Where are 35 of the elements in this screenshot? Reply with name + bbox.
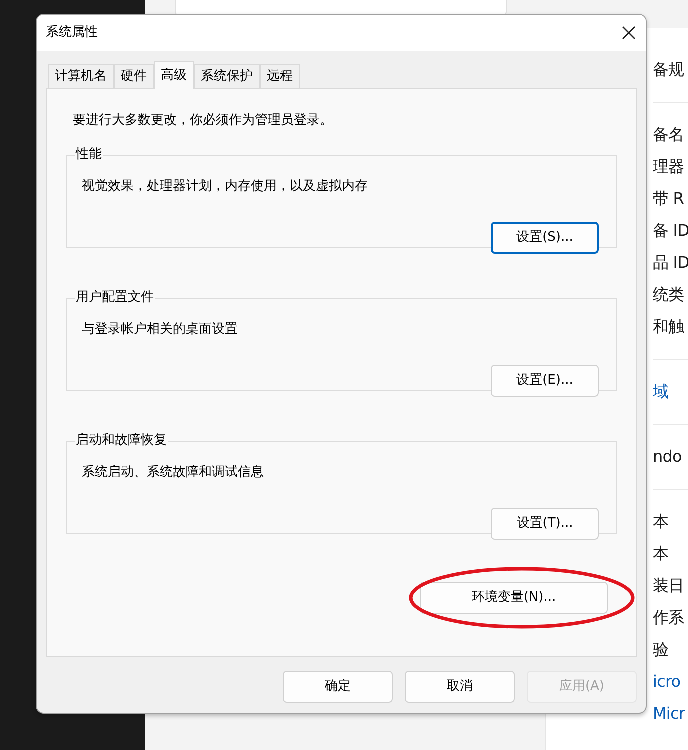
group-title: 用户配置文件 <box>75 290 155 306</box>
tab[interactable]: 高级 <box>154 61 194 89</box>
side-link[interactable]: icro <box>653 666 688 698</box>
settings-button[interactable]: 设置(E)... <box>491 365 599 397</box>
side-label: ndo <box>653 446 683 468</box>
dialog-button[interactable]: 确定 <box>283 671 393 703</box>
tab[interactable]: 系统保护 <box>194 64 260 88</box>
side-label: 和触 <box>653 316 686 338</box>
notice-text: 要进行大多数更改，你必须作为管理员登录。 <box>73 112 334 130</box>
window-title: 系统属性 <box>46 24 98 42</box>
side-label: 备名 <box>653 124 686 146</box>
close-icon[interactable] <box>622 26 636 40</box>
side-label: 备规 <box>653 59 686 81</box>
tab[interactable]: 远程 <box>260 64 300 88</box>
settings-button[interactable]: 设置(S)... <box>491 222 599 254</box>
side-label: 装日 <box>653 575 686 597</box>
tab[interactable]: 计算机名 <box>48 64 114 88</box>
side-label: 作系 <box>653 607 686 629</box>
side-label: 本 <box>653 543 670 565</box>
group-description: 与登录帐户相关的桌面设置 <box>82 320 239 338</box>
side-label: 本 <box>653 511 670 533</box>
group-title: 性能 <box>75 146 103 162</box>
side-label: 带 R <box>653 188 686 210</box>
tab[interactable]: 硬件 <box>114 64 154 88</box>
group-description: 系统启动、系统故障和调试信息 <box>82 464 265 482</box>
side-label: 验 <box>653 639 670 661</box>
group-description: 视觉效果，处理器计划，内存使用，以及虚拟内存 <box>82 178 369 196</box>
group-title: 启动和故障恢复 <box>75 432 168 448</box>
dialog-button[interactable]: 取消 <box>405 671 515 703</box>
side-label: 理器 <box>653 156 686 178</box>
side-link[interactable]: Micr <box>653 698 688 730</box>
side-label: 统类 <box>653 284 686 306</box>
settings-button[interactable]: 设置(T)... <box>491 508 599 540</box>
side-link[interactable]: 域 <box>653 376 688 408</box>
environment-variables-button[interactable]: 环境变量(N)... <box>420 582 608 614</box>
